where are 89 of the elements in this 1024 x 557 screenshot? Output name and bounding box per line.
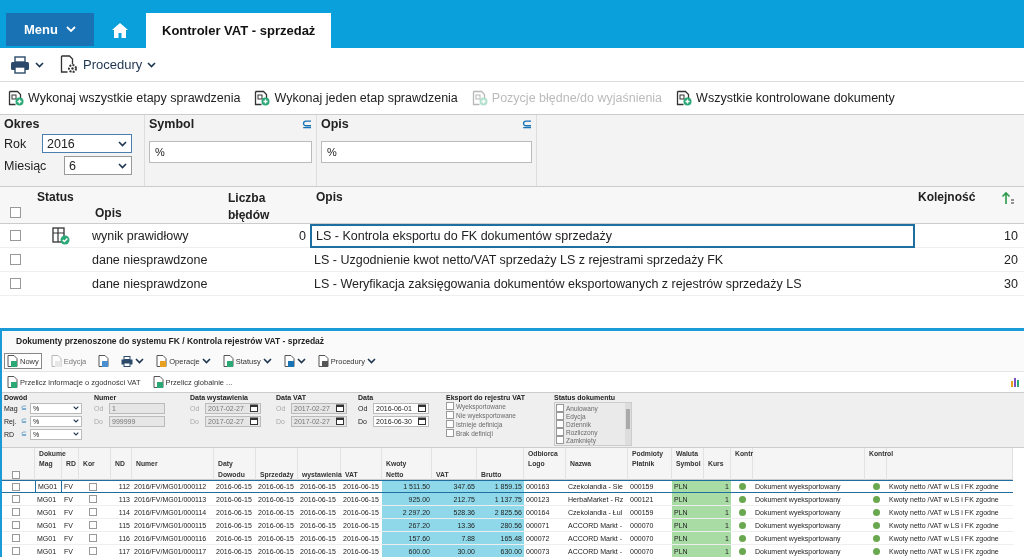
correction-checkbox[interactable] (89, 534, 97, 542)
correction-checkbox[interactable] (89, 482, 97, 491)
checkbox[interactable] (12, 521, 20, 529)
caret-icon (65, 26, 76, 33)
document-run-icon (676, 90, 693, 106)
column-header: Liczba błędów (228, 190, 271, 224)
active-tab[interactable]: Kontroler VAT - sprzedaż (146, 13, 332, 48)
correction-checkbox[interactable] (89, 521, 97, 529)
calendar-icon (418, 404, 426, 412)
description-label: Opis (321, 117, 349, 131)
calendar-icon (336, 404, 344, 412)
document-icon (156, 355, 168, 367)
document-arrow-icon (283, 355, 295, 367)
error-count: 0 (299, 228, 306, 243)
calendar-icon (336, 417, 344, 425)
menu-button[interactable]: Menu (6, 13, 94, 46)
caret-icon (118, 140, 127, 147)
checkbox[interactable] (10, 254, 21, 265)
step-description-cell[interactable]: LS - Uzgodnienie kwot netto/VAT sprzedaży LS z rejestrami sprzedaży FK (310, 248, 915, 272)
column-header: Kolejność (918, 190, 976, 204)
calendar-icon (250, 404, 258, 412)
symbol-label: Symbol (149, 117, 195, 131)
column-header: Opis (95, 206, 122, 220)
document-run-icon (7, 376, 18, 388)
bar-chart-icon[interactable] (1011, 377, 1021, 387)
correction-checkbox[interactable] (89, 547, 97, 555)
caret-icon (366, 358, 376, 364)
order-number: 10 (1004, 228, 1018, 243)
order-number: 30 (1004, 276, 1018, 291)
select-all-checkbox[interactable] (10, 207, 21, 218)
year-label: Rok (4, 136, 28, 151)
sort-ascending-icon[interactable] (1001, 191, 1015, 205)
column-header: Status (37, 190, 74, 204)
document-icon (98, 355, 110, 367)
caret-icon (201, 358, 211, 364)
caret-icon (262, 358, 272, 364)
document-icon (222, 355, 234, 367)
document-run-icon (471, 90, 488, 106)
procedures-menu[interactable]: Procedury (58, 53, 159, 76)
action-button[interactable]: Wszystkie kontrolowane dokumenty (676, 90, 895, 106)
checkbox[interactable] (12, 534, 20, 542)
document-run-icon (254, 90, 271, 106)
document-gear-icon (60, 55, 78, 74)
document-run-icon (8, 90, 24, 106)
filter-mode-toggle[interactable]: ⊆ (302, 117, 312, 131)
checkbox[interactable] (10, 230, 21, 241)
month-label: Miesiąc (4, 158, 48, 173)
status-text: dane niesprawdzone (92, 252, 208, 267)
caret-icon (118, 162, 127, 169)
document-gear-icon (317, 355, 329, 367)
caret-icon (147, 61, 157, 68)
description-filter-field[interactable]: % (321, 141, 532, 163)
calendar-icon (250, 417, 258, 425)
checkbox[interactable] (12, 508, 20, 516)
caret-icon (73, 405, 79, 411)
action-button[interactable]: Wykonaj wszystkie etapy sprawdzenia (8, 90, 241, 106)
home-icon[interactable] (112, 23, 128, 38)
window-title: Dokumenty przenoszone do systemu FK / Kontrola rejestrów VAT - sprzedaż (16, 336, 325, 346)
printer-icon (10, 55, 30, 74)
caret-icon (35, 61, 44, 68)
caret-icon (73, 418, 79, 424)
step-description-cell[interactable]: LS - Weryfikacja zaksięgowania dokumentów eksportowanych z rejestrów sprzedaży LS (310, 272, 915, 296)
checkbox[interactable] (12, 495, 20, 503)
status-text: dane niesprawdzone (92, 276, 208, 291)
year-select[interactable]: 2016 (42, 134, 132, 153)
correction-checkbox[interactable] (89, 508, 97, 516)
printer-icon (121, 355, 134, 367)
calendar-icon (418, 417, 426, 425)
symbol-filter-field[interactable]: % (149, 141, 312, 163)
new-document-icon (7, 355, 18, 367)
month-select[interactable]: 6 (64, 156, 132, 175)
print-button[interactable] (8, 53, 46, 76)
caret-icon (73, 431, 79, 437)
correction-checkbox[interactable] (89, 495, 97, 503)
caret-icon (135, 358, 145, 364)
checkbox[interactable] (12, 482, 20, 491)
action-button[interactable]: Wykonaj jeden etap sprawdzenia (254, 90, 458, 106)
column-header: Opis (316, 190, 343, 204)
status-text: wynik prawidłowy (92, 228, 189, 243)
period-label: Okres (4, 117, 41, 131)
checkbox[interactable] (10, 278, 21, 289)
caret-icon (296, 358, 306, 364)
filter-mode-toggle[interactable]: ⊆ (522, 117, 532, 131)
document-run-icon (152, 376, 164, 388)
checkbox[interactable] (12, 547, 20, 555)
select-all-checkbox[interactable] (12, 470, 20, 479)
step-description-cell[interactable]: LS - Kontrola eksportu do FK dokumentów sprzedaży (310, 224, 915, 248)
order-number: 20 (1004, 252, 1018, 267)
edit-document-icon (50, 355, 62, 367)
